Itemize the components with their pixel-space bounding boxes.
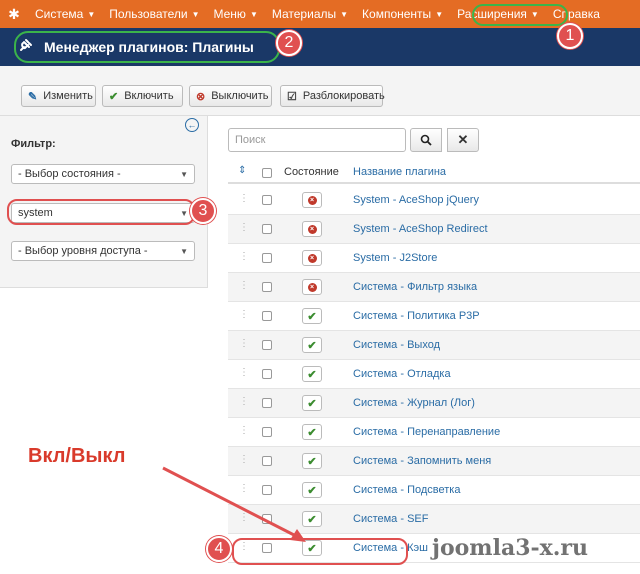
step-badge-4: 4: [206, 536, 232, 562]
watermark-text: joomla3-x.ru: [432, 535, 588, 561]
highlight-cache-row-ring: [232, 538, 408, 565]
annotation-arrow: [162, 466, 306, 542]
